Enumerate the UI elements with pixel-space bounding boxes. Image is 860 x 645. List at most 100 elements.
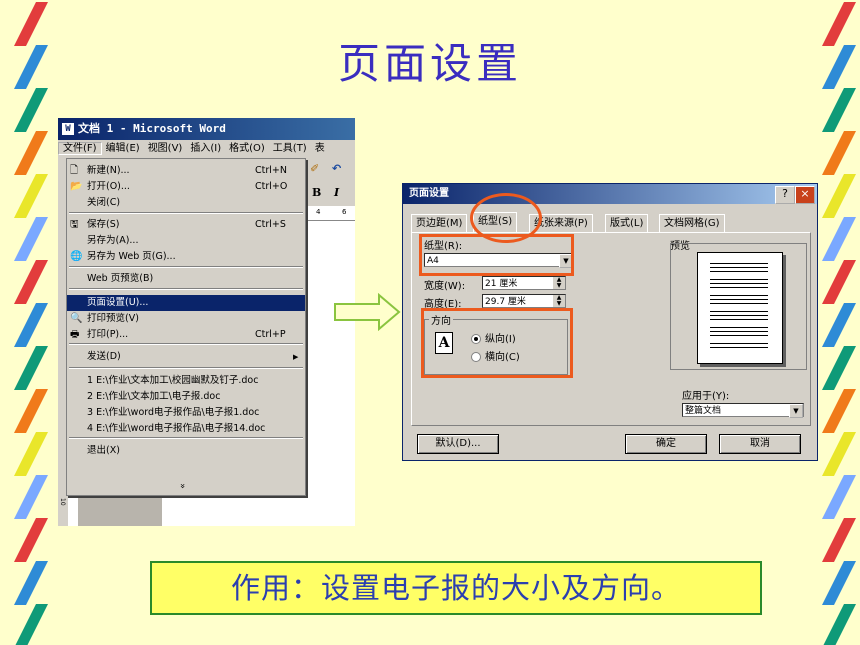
stripe-segment bbox=[14, 389, 48, 433]
width-input[interactable]: 21 厘米 ▲ ▼ bbox=[482, 276, 566, 290]
file-menu-item-label: 打印(P)... bbox=[87, 329, 129, 340]
stripe-segment bbox=[822, 131, 856, 175]
stripe-segment bbox=[822, 260, 856, 304]
menu-edit[interactable]: 编辑(E) bbox=[102, 143, 144, 154]
file-menu-item[interactable]: 🗋 新建(N)... Ctrl+N bbox=[67, 163, 305, 179]
format-painter-icon[interactable]: ✐ bbox=[310, 162, 319, 175]
stripe-segment bbox=[14, 217, 48, 261]
word-app-icon: W bbox=[62, 123, 74, 135]
ok-button[interactable]: 确定 bbox=[625, 434, 707, 454]
file-menu-item[interactable]: 发送(D) ▶ bbox=[67, 349, 305, 365]
horizontal-ruler: 4 6 bbox=[304, 206, 355, 221]
file-menu-item-label: 打开(O)... bbox=[87, 181, 130, 192]
tab-layout[interactable]: 版式(L) bbox=[605, 214, 649, 232]
file-menu-item[interactable]: 🖶 打印(P)... Ctrl+P bbox=[67, 327, 305, 343]
file-menu-item[interactable]: 3 E:\作业\word电子报作品\电子报1.doc bbox=[67, 405, 305, 421]
file-menu-item[interactable]: 4 E:\作业\word电子报作品\电子报14.doc bbox=[67, 421, 305, 437]
word-window: W 文档 1 - Microsoft Word 文件(F) 编辑(E) 视图(V) 插入… bbox=[58, 118, 355, 526]
left-decorative-stripes bbox=[14, 2, 48, 645]
file-menu-item[interactable]: 关闭(C) bbox=[67, 195, 305, 211]
preview-text-line bbox=[710, 343, 768, 344]
preview-box bbox=[670, 243, 807, 370]
menu-format[interactable]: 格式(O) bbox=[225, 143, 269, 154]
close-button[interactable]: × bbox=[795, 186, 815, 204]
tab-margins[interactable]: 页边距(M) bbox=[411, 214, 468, 232]
file-menu-item-label: 退出(X) bbox=[87, 445, 120, 456]
file-menu-item[interactable]: 🌐 另存为 Web 页(G)... bbox=[67, 249, 305, 265]
file-menu-item-label: 关闭(C) bbox=[87, 197, 121, 208]
apply-to-label: 应用于(Y): bbox=[682, 391, 730, 402]
file-menu-item-label: 页面设置(U)... bbox=[87, 297, 149, 308]
preview-text-line bbox=[710, 287, 768, 288]
undo-icon[interactable]: ↶ bbox=[332, 162, 341, 175]
menu-separator bbox=[69, 266, 303, 268]
right-arrow-icon bbox=[334, 293, 401, 331]
file-menu-item[interactable]: 🖫 保存(S) Ctrl+S bbox=[67, 217, 305, 233]
file-menu-item[interactable]: 退出(X) bbox=[67, 443, 305, 459]
stripe-segment bbox=[822, 346, 856, 390]
stripe-segment bbox=[822, 88, 856, 132]
preview-text-line bbox=[710, 319, 768, 320]
dropdown-arrow-icon[interactable]: ▼ bbox=[789, 404, 803, 418]
file-menu-item[interactable]: Web 页预览(B) bbox=[67, 271, 305, 287]
caption-note: 作用：设置电子报的大小及方向。 bbox=[150, 561, 762, 615]
file-menu-item-label: 2 E:\作业\文本加工\电子报.doc bbox=[87, 391, 221, 402]
menu-expand-chevron-icon[interactable]: » bbox=[177, 483, 187, 489]
menu-table[interactable]: 表 bbox=[311, 143, 329, 154]
stripe-segment bbox=[822, 217, 856, 261]
dialog-title-bar: 页面设置 bbox=[403, 184, 817, 204]
bold-button[interactable]: B bbox=[312, 186, 321, 199]
cancel-button[interactable]: 取消 bbox=[719, 434, 801, 454]
menu-tools[interactable]: 工具(T) bbox=[269, 143, 311, 154]
word-menubar: 文件(F) 编辑(E) 视图(V) 插入(I) 格式(O) 工具(T) 表 bbox=[58, 140, 355, 158]
menu-view[interactable]: 视图(V) bbox=[144, 143, 187, 154]
stripe-segment bbox=[822, 518, 856, 562]
file-menu-item[interactable]: 🔍 打印预览(V) bbox=[67, 311, 305, 327]
file-menu-item-label: 另存为 Web 页(G)... bbox=[87, 251, 176, 262]
stripe-segment bbox=[14, 432, 48, 476]
preview-text-line bbox=[710, 267, 768, 268]
file-menu-item-label: Web 页预览(B) bbox=[87, 273, 154, 284]
file-menu-item[interactable]: 1 E:\作业\文本加工\校园幽默及钉子.doc bbox=[67, 373, 305, 389]
height-spinner-icon[interactable]: ▲ ▼ bbox=[553, 295, 565, 307]
new-doc-icon: 🗋 bbox=[70, 165, 79, 176]
file-menu-item-label: 1 E:\作业\文本加工\校园幽默及钉子.doc bbox=[87, 375, 259, 386]
file-menu-item[interactable]: 页面设置(U)... bbox=[67, 295, 305, 311]
vertical-ruler-label: 10 bbox=[59, 498, 66, 506]
print-preview-icon: 🔍 bbox=[70, 313, 83, 324]
file-menu-item-label: 打印预览(V) bbox=[87, 313, 139, 324]
preview-text-line bbox=[710, 295, 768, 296]
stripe-segment bbox=[14, 260, 48, 304]
stripe-segment bbox=[14, 174, 48, 218]
stripe-segment bbox=[14, 561, 48, 605]
paper-type-highlight-box bbox=[419, 234, 574, 276]
preview-text-line bbox=[710, 335, 768, 336]
file-menu-item-label: 保存(S) bbox=[87, 219, 120, 230]
file-menu-shortcut: Ctrl+S bbox=[255, 219, 286, 230]
printer-icon: 🖶 bbox=[70, 329, 80, 340]
file-menu-item-label: 4 E:\作业\word电子报作品\电子报14.doc bbox=[87, 423, 266, 434]
apply-to-select[interactable]: 整篇文档 ▼ bbox=[682, 403, 804, 418]
help-button[interactable]: ? bbox=[775, 186, 795, 204]
file-menu-shortcut: Ctrl+N bbox=[255, 165, 287, 176]
file-menu-item[interactable]: 另存为(A)... bbox=[67, 233, 305, 249]
file-menu-item[interactable]: 📂 打开(O)... Ctrl+O bbox=[67, 179, 305, 195]
menu-insert[interactable]: 插入(I) bbox=[186, 143, 225, 154]
file-menu-item[interactable]: 2 E:\作业\文本加工\电子报.doc bbox=[67, 389, 305, 405]
width-spinner-icon[interactable]: ▲ ▼ bbox=[553, 277, 565, 289]
default-button[interactable]: 默认(D)... bbox=[417, 434, 499, 454]
stripe-segment bbox=[822, 475, 856, 519]
stripe-segment bbox=[822, 561, 856, 605]
tab-document-grid[interactable]: 文档网格(G) bbox=[659, 214, 725, 232]
width-value: 21 厘米 bbox=[485, 279, 518, 289]
stripe-segment bbox=[822, 303, 856, 347]
italic-button[interactable]: I bbox=[334, 186, 339, 199]
ruler-tick-label: 4 bbox=[316, 208, 321, 216]
menu-file[interactable]: 文件(F) bbox=[58, 142, 102, 155]
menu-separator bbox=[69, 212, 303, 214]
stripe-segment bbox=[14, 131, 48, 175]
height-input[interactable]: 29.7 厘米 ▲ ▼ bbox=[482, 294, 566, 308]
preview-text-line bbox=[710, 283, 768, 284]
preview-text-line bbox=[710, 347, 768, 348]
preview-text-line bbox=[710, 263, 768, 264]
